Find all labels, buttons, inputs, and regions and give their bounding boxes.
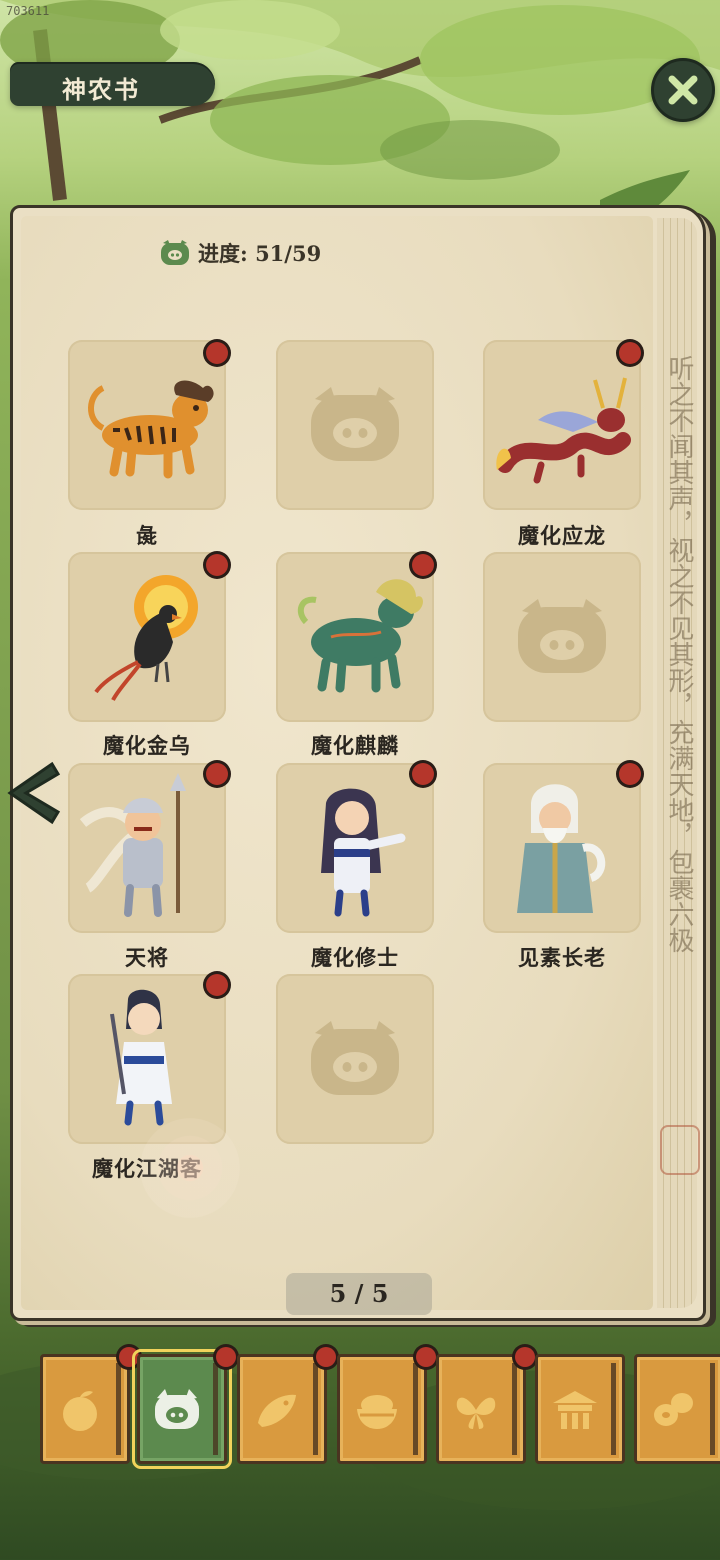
card-locked[interactable] <box>483 552 641 722</box>
tab-spine <box>116 1363 121 1455</box>
beans-icon <box>654 1393 693 1426</box>
card-jinwu[interactable] <box>68 552 228 722</box>
card-label: 彘 <box>136 523 158 548</box>
tab-spine <box>710 1363 715 1455</box>
rice-bowl-icon <box>357 1395 397 1429</box>
card-jiansu-elder[interactable] <box>483 763 641 933</box>
locked-pig-icon <box>518 599 606 673</box>
page-indicator: 5 / 5 <box>286 1273 432 1315</box>
red-seal-stamp <box>660 1125 700 1175</box>
new-badge <box>206 763 228 785</box>
card-label: 魔化修士 <box>311 945 399 970</box>
tab-building[interactable] <box>535 1354 625 1464</box>
progress-text: 进度: 51/59 <box>198 241 322 266</box>
new-badge <box>515 1347 535 1367</box>
tab-fruit[interactable] <box>40 1347 139 1464</box>
qilin-figure <box>297 579 423 693</box>
tab-spine <box>213 1363 218 1455</box>
pig-face-icon <box>161 240 189 265</box>
fruit-icon <box>63 1391 97 1431</box>
card-zhi[interactable] <box>68 340 228 510</box>
tab-spine <box>611 1363 616 1455</box>
progress-indicator: 进度: 51/59 <box>160 238 321 268</box>
card-label: 魔化金乌 <box>103 733 191 758</box>
tab-spine <box>313 1363 318 1455</box>
new-badge <box>206 554 228 576</box>
tab-fish[interactable] <box>237 1347 336 1464</box>
new-badge <box>412 763 434 785</box>
fire-crow-figure <box>94 575 198 701</box>
new-badge <box>206 342 228 364</box>
card-qilin[interactable] <box>276 552 434 722</box>
card-label: 魔化麒麟 <box>311 733 399 758</box>
tab-spine <box>413 1363 418 1455</box>
page-title: 神农书 <box>62 75 140 104</box>
new-badge <box>619 763 641 785</box>
tiger-beast-figure <box>88 380 214 479</box>
new-badge <box>412 554 434 576</box>
pig-face-icon <box>155 1389 199 1429</box>
new-badge <box>619 342 641 364</box>
tab-livestock[interactable] <box>132 1347 236 1469</box>
general-figure <box>79 773 186 917</box>
card-tianjiang[interactable] <box>68 763 228 933</box>
pavilion-icon <box>553 1391 597 1429</box>
close-x-icon <box>668 75 698 105</box>
card-label: 魔化应龙 <box>518 523 606 548</box>
debug-id: 703611 <box>6 4 50 18</box>
side-calligraphy: 听之不闻其声，视之不见其形，充满天地，包裹六极 <box>664 355 694 953</box>
swordsman-figure <box>110 989 172 1126</box>
card-label: 天将 <box>125 945 169 970</box>
close-button[interactable] <box>651 58 715 122</box>
elder-figure <box>517 784 606 913</box>
locked-pig-icon <box>311 1021 399 1095</box>
tab-insect[interactable] <box>436 1347 535 1464</box>
cultivator-figure <box>321 788 406 917</box>
locked-pig-icon <box>311 387 399 461</box>
card-jianghuke[interactable] <box>68 974 228 1144</box>
card-yinglong[interactable] <box>483 340 641 510</box>
dragon-figure <box>496 377 631 484</box>
new-badge <box>316 1347 336 1367</box>
tab-spine <box>512 1363 517 1455</box>
new-badge <box>119 1347 139 1367</box>
touch-feedback-ring <box>140 1118 240 1218</box>
card-locked[interactable] <box>276 974 434 1144</box>
title-plaque: 神农书 <box>10 62 215 106</box>
tab-grain[interactable] <box>337 1347 436 1464</box>
tab-beans[interactable] <box>634 1354 720 1464</box>
card-label: 见素长老 <box>518 945 606 970</box>
card-xiushi[interactable] <box>276 763 434 933</box>
prev-page-arrow-icon[interactable] <box>0 758 64 828</box>
new-badge <box>416 1347 436 1367</box>
butterfly-icon <box>456 1397 496 1429</box>
new-badge <box>216 1347 236 1367</box>
card-locked[interactable] <box>276 340 434 510</box>
fish-icon <box>258 1394 296 1427</box>
new-badge <box>206 974 228 996</box>
